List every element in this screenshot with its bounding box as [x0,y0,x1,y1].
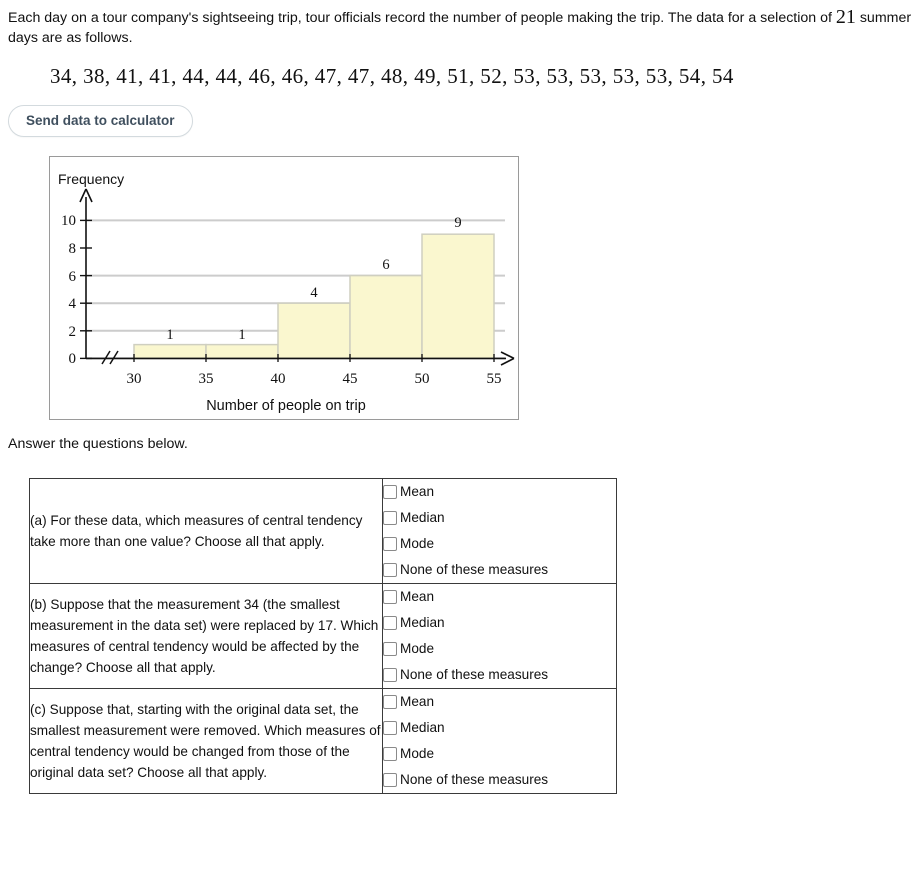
histogram-svg: Frequency 1 1 4 6 9 0 2 4 6 8 10 30 35 4… [58,171,515,414]
checkbox-icon[interactable] [383,616,397,630]
questions-table: (a) For these data, which measures of ce… [29,478,617,794]
question-a-option-none[interactable]: None of these measures [383,557,616,583]
option-label: Mean [400,694,435,709]
data-values-list: 34, 38, 41, 41, 44, 44, 46, 46, 47, 47, … [50,64,734,88]
option-label: None of these measures [400,562,549,577]
question-c-option-mean[interactable]: Mean [383,689,616,715]
question-b-option-median[interactable]: Median [383,610,616,636]
table-row: (c) Suppose that, starting with the orig… [29,688,617,794]
bar-bin-30-35 [133,343,207,360]
y-tick-label-10: 10 [61,213,76,229]
option-label: Mode [400,536,435,551]
question-c-text: (c) Suppose that, starting with the orig… [29,688,383,794]
checkbox-icon[interactable] [383,485,397,499]
histogram-chart: Frequency 1 1 4 6 9 0 2 4 6 8 10 30 35 4… [49,156,519,420]
y-axis-title: Frequency [58,171,124,187]
option-label: Mean [400,484,435,499]
x-axis-title: Number of people on trip [206,398,366,414]
bar-label-0: 1 [166,327,173,343]
option-label: Median [400,720,445,735]
checkbox-icon[interactable] [383,668,397,682]
checkbox-icon[interactable] [383,642,397,656]
checkbox-icon[interactable] [383,590,397,604]
y-axis-tick-labels: 0 2 4 6 8 10 [61,213,77,367]
send-data-to-calculator-button[interactable]: Send data to calculator [8,105,193,137]
bar-label-3: 6 [382,257,389,273]
question-a-text: (a) For these data, which measures of ce… [29,478,383,584]
question-a-option-median[interactable]: Median [383,505,616,531]
y-tick-label-8: 8 [69,241,77,257]
x-tick-label-45: 45 [343,371,358,387]
checkbox-icon[interactable] [383,563,397,577]
table-row: (b) Suppose that the measurement 34 (the… [29,583,617,689]
answer-prompt: Answer the questions below. [8,436,188,452]
table-row: (a) For these data, which measures of ce… [29,478,617,584]
x-tick-label-30: 30 [127,371,142,387]
question-b-option-mean[interactable]: Mean [383,584,616,610]
option-label: Median [400,510,445,525]
question-c-option-mode[interactable]: Mode [383,741,616,767]
option-label: Mean [400,589,435,604]
question-a-options: Mean Median Mode None of these measures [382,478,617,584]
question-c-option-median[interactable]: Median [383,715,616,741]
option-label: Median [400,615,445,630]
bar-bin-50-55 [421,233,495,360]
bar-label-4: 9 [454,215,461,231]
question-c-option-none[interactable]: None of these measures [383,767,616,793]
x-tick-label-55: 55 [487,371,502,387]
checkbox-icon[interactable] [383,721,397,735]
checkbox-icon[interactable] [383,773,397,787]
problem-text-before: Each day on a tour company's sightseeing… [8,10,836,26]
question-b-options: Mean Median Mode None of these measures [382,583,617,689]
bar-bin-35-40 [205,343,279,360]
sample-size-value: 21 [835,6,856,28]
question-c-options: Mean Median Mode None of these measures [382,688,617,794]
question-a-option-mode[interactable]: Mode [383,531,616,557]
send-data-row: Send data to calculator [0,89,923,137]
bar-label-1: 1 [238,327,245,343]
y-tick-label-0: 0 [69,351,77,367]
y-tick-label-2: 2 [69,324,77,340]
x-tick-label-40: 40 [271,371,286,387]
x-tick-label-35: 35 [199,371,214,387]
option-label: None of these measures [400,772,549,787]
y-tick-label-4: 4 [69,296,77,312]
option-label: Mode [400,746,435,761]
questions-table-body: (a) For these data, which measures of ce… [29,478,617,794]
bar-bin-45-50 [349,274,423,360]
problem-statement: Each day on a tour company's sightseeing… [0,0,923,48]
question-a-option-mean[interactable]: Mean [383,479,616,505]
x-axis-tick-labels: 30 35 40 45 50 55 [127,371,502,387]
option-label: Mode [400,641,435,656]
option-label: None of these measures [400,667,549,682]
question-b-option-none[interactable]: None of these measures [383,662,616,688]
checkbox-icon[interactable] [383,747,397,761]
question-b-option-mode[interactable]: Mode [383,636,616,662]
checkbox-icon[interactable] [383,511,397,525]
bar-bin-40-45 [277,302,351,360]
bar-label-2: 4 [310,285,318,301]
checkbox-icon[interactable] [383,537,397,551]
x-tick-label-50: 50 [415,371,430,387]
y-axis [79,188,93,359]
question-b-text: (b) Suppose that the measurement 34 (the… [29,583,383,689]
y-tick-label-6: 6 [69,269,77,285]
checkbox-icon[interactable] [383,695,397,709]
